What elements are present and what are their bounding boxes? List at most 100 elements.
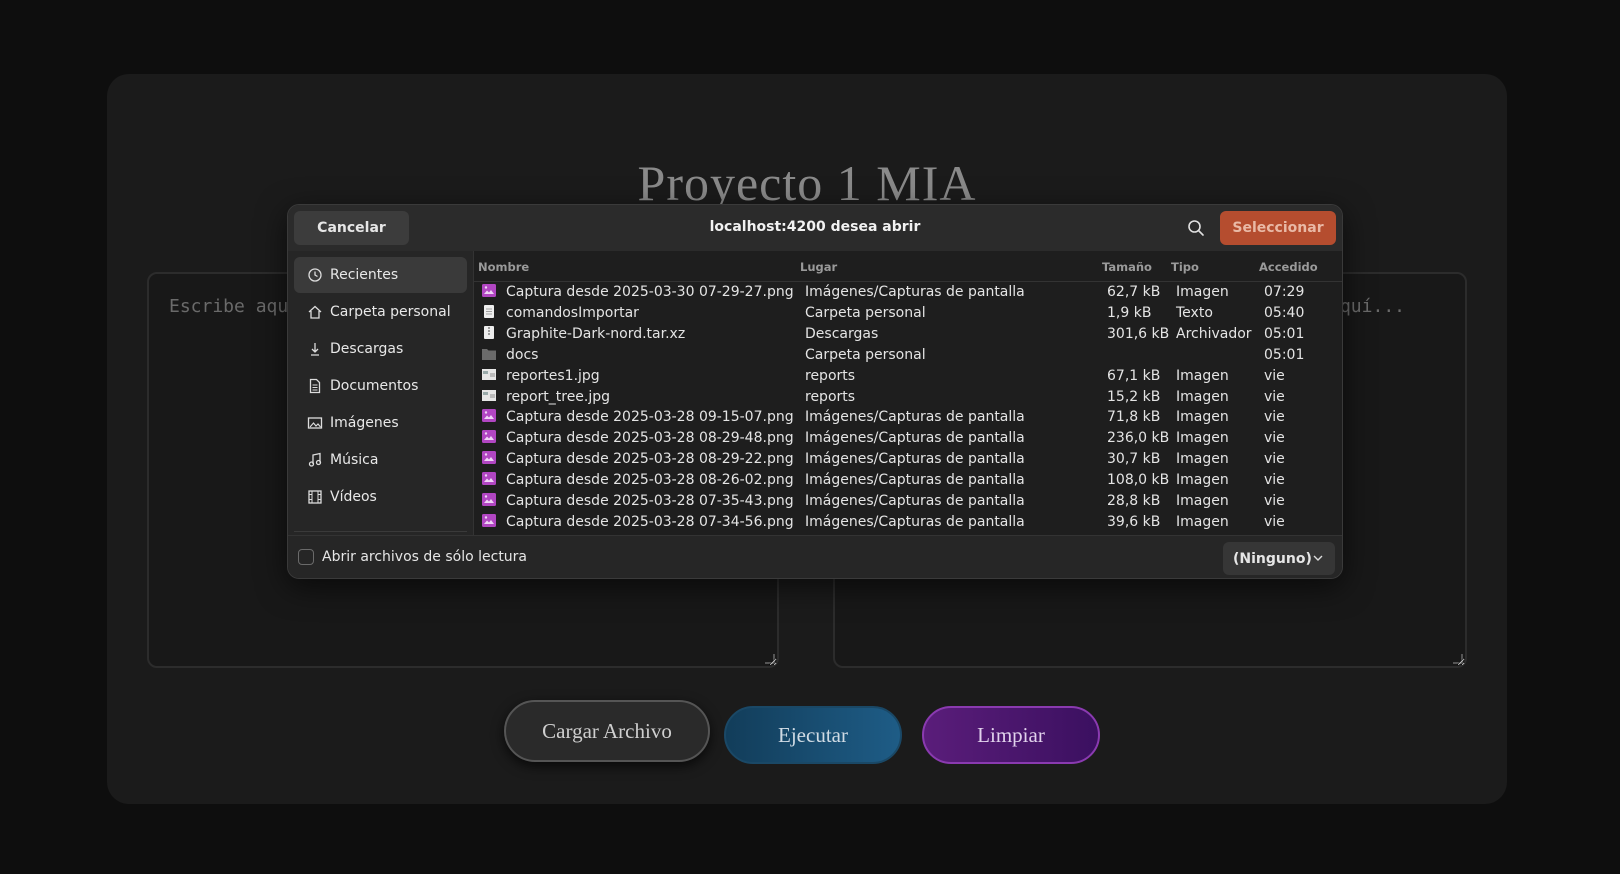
- sidebar-divider: [294, 531, 467, 532]
- image-file-icon: [482, 472, 496, 489]
- file-name: Captura desde 2025-03-28 08-29-48.png: [506, 430, 794, 447]
- file-name: Captura desde 2025-03-28 08-26-02.png: [506, 472, 794, 489]
- file-name: Captura desde 2025-03-28 07-35-43.png: [506, 493, 794, 509]
- file-row[interactable]: Captura desde 2025-03-30 07-29-27.png Imá…: [474, 282, 1342, 303]
- dialog-title: localhost:4200 desea abrir: [709, 219, 921, 235]
- column-type[interactable]: Tipo: [1171, 260, 1199, 274]
- file-location: reports: [805, 388, 856, 405]
- file-row[interactable]: Captura desde 2025-03-28 08-26-02.png Imá…: [474, 470, 1342, 491]
- file-row[interactable]: Captura desde 2025-03-28 08-29-22.png Imá…: [474, 449, 1342, 470]
- file-size: 236,0 kB: [1107, 430, 1170, 447]
- column-accessed[interactable]: Accedido: [1259, 260, 1318, 274]
- file-location: Imágenes/Capturas de pantalla: [805, 472, 1025, 489]
- file-name: Captura desde 2025-03-28 07-34-56.png: [506, 513, 794, 530]
- file-location: Imágenes/Capturas de pantalla: [805, 409, 1025, 426]
- load-file-button[interactable]: Cargar Archivo: [504, 700, 710, 762]
- thumbnail-icon: [482, 389, 496, 406]
- filter-value: (Ninguno): [1233, 550, 1312, 567]
- sidebar-item-label: Vídeos: [330, 489, 377, 505]
- file-type: Imagen: [1176, 493, 1229, 509]
- file-name: Captura desde 2025-03-28 08-29-22.png: [506, 451, 794, 468]
- resize-handle[interactable]: [1453, 654, 1463, 664]
- file-name: Graphite-Dark-nord.tar.xz: [506, 325, 686, 342]
- file-name: comandosImportar: [506, 304, 639, 321]
- sidebar-item-label: Imágenes: [330, 415, 399, 431]
- file-accessed: 05:40: [1264, 304, 1305, 321]
- file-row[interactable]: comandosImportar Carpeta personal 1,9 kB Te…: [474, 303, 1342, 324]
- file-accessed: vie: [1264, 367, 1285, 384]
- archive-file-icon: [482, 325, 496, 343]
- places-sidebar: Recientes Carpeta personal Descargas Doc…: [288, 251, 474, 535]
- readonly-checkbox[interactable]: [298, 549, 314, 565]
- sidebar-item-label: Descargas: [330, 341, 404, 357]
- file-type: Imagen: [1176, 409, 1229, 426]
- sidebar-item-images[interactable]: Imágenes: [294, 405, 467, 441]
- file-name: reportes1.jpg: [506, 367, 600, 384]
- file-accessed: 07:29: [1264, 284, 1305, 300]
- sidebar-item-documents[interactable]: Documentos: [294, 368, 467, 404]
- sidebar-item-home[interactable]: Carpeta personal: [294, 294, 467, 330]
- file-name: docs: [506, 346, 539, 363]
- file-accessed: vie: [1264, 388, 1285, 405]
- readonly-label: Abrir archivos de sólo lectura: [322, 549, 528, 565]
- file-row[interactable]: reportes1.jpg reports 67,1 kB Imagen vie: [474, 366, 1342, 387]
- file-size: 108,0 kB: [1107, 472, 1170, 489]
- thumbnail-icon: [482, 368, 496, 385]
- run-button[interactable]: Ejecutar: [724, 706, 902, 764]
- file-chooser-dialog: Cancelar localhost:4200 desea abrir Sele…: [287, 204, 1343, 579]
- resize-handle[interactable]: [765, 654, 775, 664]
- image-file-icon: [482, 451, 496, 468]
- file-size: 39,6 kB: [1107, 513, 1161, 530]
- file-location: Imágenes/Capturas de pantalla: [805, 430, 1025, 447]
- file-type-filter[interactable]: (Ninguno): [1223, 542, 1335, 575]
- file-type: Imagen: [1176, 388, 1229, 405]
- file-row[interactable]: Graphite-Dark-nord.tar.xz Descargas 301,6 …: [474, 324, 1342, 345]
- music-icon: [308, 452, 322, 467]
- file-location: Carpeta personal: [805, 304, 926, 321]
- file-accessed: vie: [1264, 430, 1285, 447]
- chevron-down-icon: [1313, 555, 1323, 561]
- text-file-icon: [482, 304, 496, 322]
- file-row[interactable]: docs Carpeta personal 05:01: [474, 345, 1342, 366]
- file-row[interactable]: Captura desde 2025-03-28 07-35-43.png Imá…: [474, 491, 1342, 512]
- sidebar-item-recent[interactable]: Recientes: [294, 257, 467, 293]
- sidebar-item-music[interactable]: Música: [294, 442, 467, 478]
- dialog-footer: Abrir archivos de sólo lectura (Ninguno): [288, 535, 1342, 578]
- film-icon: [308, 490, 322, 504]
- file-accessed: vie: [1264, 451, 1285, 468]
- file-location: Carpeta personal: [805, 346, 926, 363]
- column-size[interactable]: Tamaño: [1102, 260, 1152, 274]
- folder-icon: [482, 347, 496, 364]
- image-file-icon: [482, 493, 496, 510]
- file-row[interactable]: Captura desde 2025-03-28 07-34-56.png Imá…: [474, 512, 1342, 533]
- file-location: Descargas: [805, 325, 879, 342]
- image-file-icon: [482, 513, 496, 531]
- select-button[interactable]: Seleccionar: [1220, 211, 1336, 245]
- file-size: 15,2 kB: [1107, 388, 1161, 405]
- column-location[interactable]: Lugar: [800, 260, 837, 274]
- download-icon: [311, 343, 319, 356]
- file-row[interactable]: report_tree.jpg reports 15,2 kB Imagen vie: [474, 387, 1342, 408]
- file-size: 62,7 kB: [1107, 284, 1161, 300]
- column-name[interactable]: Nombre: [478, 260, 529, 274]
- file-type: Imagen: [1176, 367, 1229, 384]
- column-header-row: Nombre Lugar Tamaño Tipo Accedido: [474, 251, 1342, 282]
- file-size: 30,7 kB: [1107, 451, 1161, 468]
- file-type: Archivador: [1176, 325, 1252, 342]
- file-row[interactable]: Captura desde 2025-03-28 09-15-07.png Imá…: [474, 407, 1342, 428]
- file-row[interactable]: Captura desde 2025-03-28 08-29-48.png Imá…: [474, 428, 1342, 449]
- output-editor-placeholder: quí...: [1339, 296, 1405, 317]
- file-accessed: vie: [1264, 513, 1285, 530]
- file-size: 28,8 kB: [1107, 493, 1161, 509]
- search-icon[interactable]: [1187, 219, 1205, 237]
- clear-button[interactable]: Limpiar: [922, 706, 1100, 764]
- file-location: Imágenes/Capturas de pantalla: [805, 284, 1025, 300]
- sidebar-item-videos[interactable]: Vídeos: [294, 479, 467, 515]
- file-accessed: vie: [1264, 493, 1285, 509]
- sidebar-item-label: Carpeta personal: [330, 304, 451, 320]
- sidebar-item-downloads[interactable]: Descargas: [294, 331, 467, 367]
- file-location: Imágenes/Capturas de pantalla: [805, 451, 1025, 468]
- sidebar-item-label: Documentos: [330, 378, 419, 394]
- file-type: Imagen: [1176, 513, 1229, 530]
- image-file-icon: [482, 409, 496, 426]
